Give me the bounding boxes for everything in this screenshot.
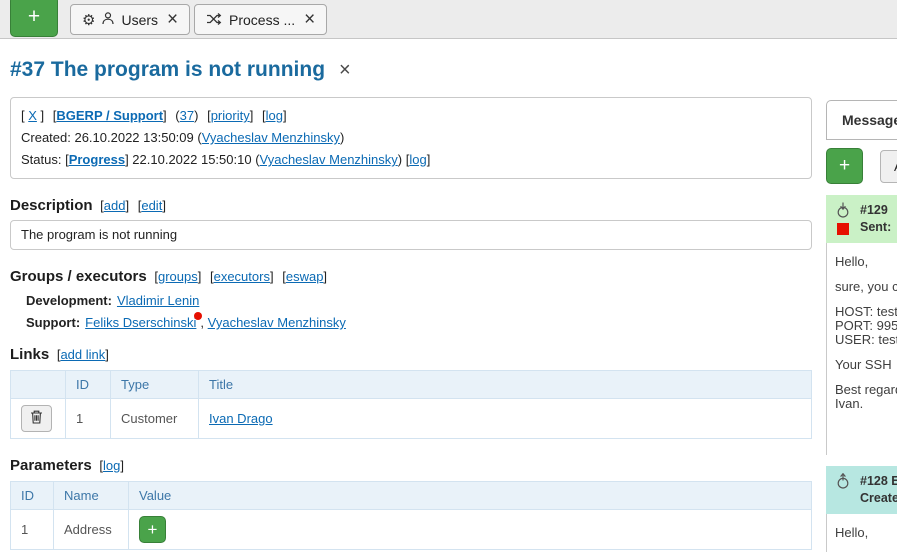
trash-icon <box>30 410 43 427</box>
tab-close-icon[interactable]: × <box>304 10 315 29</box>
message-status: Created <box>860 490 897 507</box>
links-section-heading: Links [add link] <box>10 346 812 363</box>
table-row: 1 Customer Ivan Drago <box>11 399 812 439</box>
message-header-outgoing: #128 Email Created <box>826 466 897 514</box>
links-col-actions <box>11 371 66 399</box>
executor-link[interactable]: Feliks Dserschinski <box>85 315 196 330</box>
links-col-id: ID <box>66 371 111 399</box>
links-col-title: Title <box>199 371 812 399</box>
messages-panel: Messages + All #129 Sent: Hello, sure, y… <box>822 100 897 552</box>
executor-link[interactable]: Vyacheslav Menzhinsky <box>208 315 346 330</box>
parameters-col-id: ID <box>11 482 54 510</box>
all-messages-button[interactable]: All <box>880 150 897 183</box>
info-line-status: Status: [Progress] 22.10.2022 15:50:10 (… <box>21 149 801 171</box>
parameters-section-heading: Parameters [log] <box>10 457 812 474</box>
outgoing-message-icon <box>835 473 851 492</box>
message-id: #128 Email <box>860 473 897 490</box>
task-id-link[interactable]: 37 <box>180 108 194 123</box>
message-id: #129 <box>860 202 891 219</box>
message-item[interactable]: #128 Email Created Hello, <box>826 466 897 552</box>
links-col-type: Type <box>111 371 199 399</box>
tab-messages[interactable]: Messages <box>826 100 897 140</box>
parameters-table-header-row: ID Name Value <box>11 482 812 510</box>
close-task-icon[interactable]: × <box>339 59 351 82</box>
created-user-link[interactable]: Vyacheslav Menzhinsky <box>202 130 340 145</box>
log-link[interactable]: log <box>266 108 283 123</box>
parameters-heading: Parameters <box>10 457 92 474</box>
groups-section-heading: Groups / executors [groups] [executors] … <box>10 268 812 285</box>
tab-label: Process ... <box>229 12 295 28</box>
task-x-link[interactable]: X <box>28 108 37 123</box>
parameters-col-name: Name <box>54 482 129 510</box>
parameter-row-name: Address <box>54 510 129 550</box>
link-row-type: Customer <box>111 399 199 439</box>
description-text-box: The program is not running <box>10 220 812 250</box>
executor-link[interactable]: Vladimir Lenin <box>117 293 199 308</box>
status-user-link[interactable]: Vyacheslav Menzhinsky <box>260 152 398 167</box>
links-heading: Links <box>10 346 49 363</box>
eswap-link[interactable]: eswap <box>286 269 324 284</box>
links-table-header-row: ID Type Title <box>11 371 812 399</box>
project-link[interactable]: BGERP / Support <box>56 108 163 123</box>
executor-row-development: Development:Vladimir Lenin <box>26 290 812 312</box>
executors-link[interactable]: executors <box>214 269 270 284</box>
add-address-button[interactable]: + <box>139 516 166 543</box>
add-link-link[interactable]: add link <box>60 347 105 362</box>
parameter-row-id: 1 <box>11 510 54 550</box>
parameters-log-link[interactable]: log <box>103 458 120 473</box>
attachment-marker <box>837 223 849 235</box>
parameters-table: ID Name Value 1 Address + <box>10 481 812 550</box>
info-line-links: [ X ] [BGERP / Support] (37) [priority] … <box>21 105 801 127</box>
description-heading: Description <box>10 197 93 214</box>
user-icon <box>102 12 114 28</box>
new-message-button[interactable]: + <box>826 148 863 184</box>
executor-row-support: Support:Feliks Dserschinski, Vyacheslav … <box>26 312 812 334</box>
message-status: Sent: <box>860 219 891 236</box>
info-line-created: Created: 26.10.2022 13:50:09 (Vyacheslav… <box>21 127 801 149</box>
table-row: 1 Address + <box>11 510 812 550</box>
link-title-link[interactable]: Ivan Drago <box>209 411 273 426</box>
tab-close-icon[interactable]: × <box>167 10 178 29</box>
shuffle-icon <box>206 12 222 28</box>
message-item[interactable]: #129 Sent: Hello, sure, you can HOST: te… <box>826 195 897 455</box>
gear-icon: ⚙ <box>82 11 95 29</box>
parameters-col-value: Value <box>129 482 812 510</box>
tab-label: Users <box>121 12 158 28</box>
description-add-link[interactable]: add <box>104 198 126 213</box>
page-title: #37 The program is not running <box>10 58 325 82</box>
new-tab-button[interactable]: + <box>10 0 58 37</box>
message-body: Hello, <box>826 514 897 552</box>
description-edit-link[interactable]: edit <box>141 198 162 213</box>
link-row-id: 1 <box>66 399 111 439</box>
description-section-heading: Description [add] [edit] <box>10 197 812 214</box>
status-log-link[interactable]: log <box>409 152 426 167</box>
status-link[interactable]: Progress <box>69 152 125 167</box>
task-page: #37 The program is not running × [ X ] [… <box>0 40 822 550</box>
groups-link[interactable]: groups <box>158 269 198 284</box>
groups-heading: Groups / executors <box>10 268 147 285</box>
links-table: ID Type Title 1 Customer Ivan Drago <box>10 370 812 439</box>
message-body: Hello, sure, you can HOST: test PORT: 99… <box>826 243 897 455</box>
priority-link[interactable]: priority <box>211 108 250 123</box>
tab-bar: + ⚙ Users × Process ... × <box>0 0 897 39</box>
delete-link-button[interactable] <box>21 405 52 432</box>
task-info-box: [ X ] [BGERP / Support] (37) [priority] … <box>10 97 812 179</box>
incoming-message-icon <box>835 202 851 221</box>
tab-users[interactable]: ⚙ Users × <box>70 4 190 35</box>
tab-process[interactable]: Process ... × <box>194 4 327 35</box>
message-header-incoming: #129 Sent: <box>826 195 897 243</box>
